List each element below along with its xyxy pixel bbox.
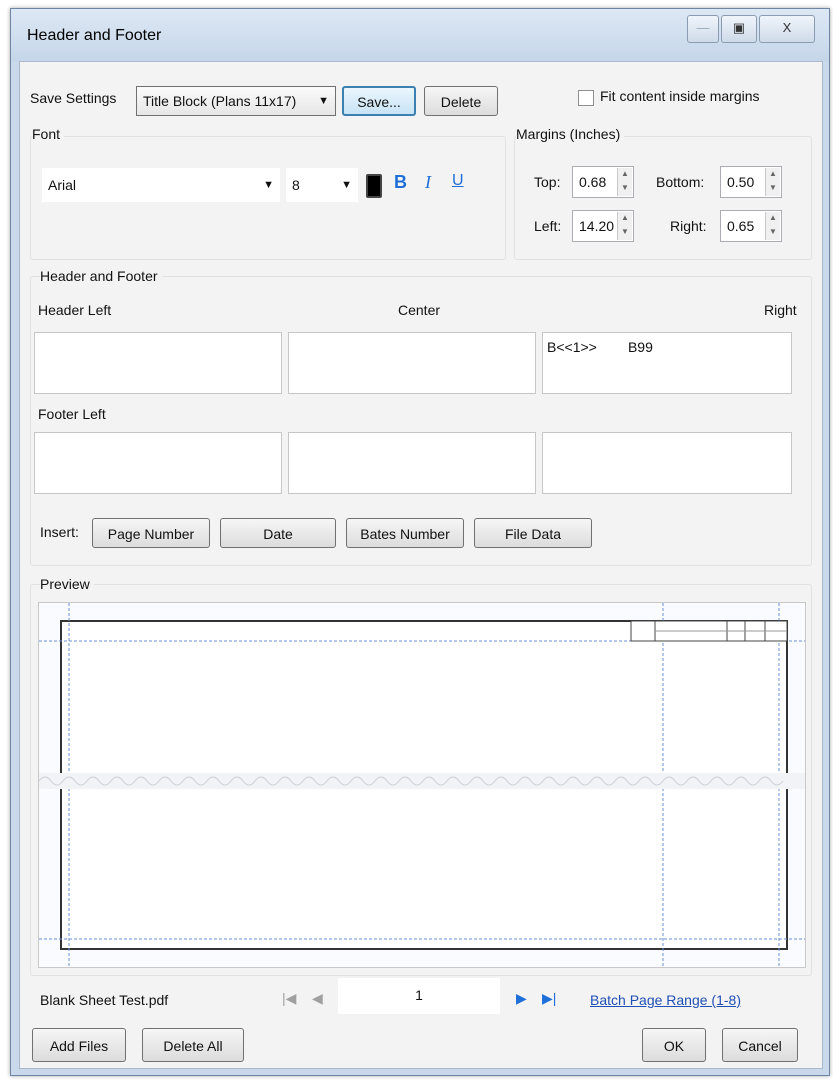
save-settings-value: Title Block (Plans 11x17) — [143, 93, 297, 109]
ok-button[interactable]: OK — [642, 1028, 706, 1062]
margin-bottom-label: Bottom: — [656, 174, 705, 190]
delete-settings-button[interactable]: Delete — [424, 86, 498, 116]
margin-left-input[interactable]: 14.20 ▲ ▼ — [572, 210, 634, 242]
margin-right-spinner[interactable]: ▲ ▼ — [765, 212, 780, 240]
next-page-icon[interactable]: ▶ — [516, 990, 527, 1007]
header-right-label: Right — [764, 302, 797, 318]
first-page-icon[interactable]: |◀ — [282, 990, 296, 1007]
page-preview — [38, 602, 806, 968]
insert-date-button[interactable]: Date — [220, 518, 336, 548]
margin-right-label: Right: — [670, 218, 707, 234]
chevron-down-icon: ▼ — [341, 179, 352, 191]
insert-label: Insert: — [40, 524, 79, 540]
margins-group-label: Margins (Inches) — [516, 126, 625, 142]
margin-top-spinner[interactable]: ▲ ▼ — [617, 168, 632, 196]
margin-left-spinner[interactable]: ▲ ▼ — [617, 212, 632, 240]
delete-all-button[interactable]: Delete All — [142, 1028, 244, 1062]
insert-page-number-button[interactable]: Page Number — [92, 518, 210, 548]
font-family-select[interactable]: Arial ▼ — [42, 168, 280, 202]
file-name: Blank Sheet Test.pdf — [40, 992, 169, 1008]
footer-center-textbox[interactable] — [288, 432, 536, 494]
page-break-strip — [39, 773, 805, 789]
font-family-value: Arial — [48, 177, 77, 193]
bold-button[interactable]: B — [394, 172, 407, 193]
header-footer-group-label: Header and Footer — [40, 268, 162, 284]
margin-top-input[interactable]: 0.68 ▲ ▼ — [572, 166, 634, 198]
margin-bottom-input[interactable]: 0.50 ▲ ▼ — [720, 166, 782, 198]
margin-bottom-spinner[interactable]: ▲ ▼ — [765, 168, 780, 196]
header-left-textbox[interactable] — [34, 332, 282, 394]
header-right-textbox[interactable]: B<<1>> B99 — [542, 332, 792, 394]
font-color-swatch[interactable] — [366, 174, 382, 198]
header-center-textbox[interactable] — [288, 332, 536, 394]
italic-button[interactable]: I — [425, 172, 431, 193]
save-settings-select[interactable]: Title Block (Plans 11x17) ▼ — [136, 86, 336, 116]
font-size-select[interactable]: 8 ▼ — [286, 168, 358, 202]
last-page-icon[interactable]: ▶| — [542, 990, 556, 1007]
footer-left-label: Footer Left — [38, 406, 106, 422]
save-button[interactable]: Save... — [342, 86, 416, 116]
insert-file-data-button[interactable]: File Data — [474, 518, 592, 548]
margin-right-input[interactable]: 0.65 ▲ ▼ — [720, 210, 782, 242]
margin-bottom-value: 0.50 — [727, 174, 755, 190]
previous-page-icon[interactable]: ◀ — [312, 990, 323, 1007]
batch-page-range-link[interactable]: Batch Page Range (1-8) — [590, 992, 741, 1008]
save-settings-label: Save Settings — [30, 90, 117, 106]
footer-left-textbox[interactable] — [34, 432, 282, 494]
maximize-button[interactable]: ▣ — [721, 15, 757, 43]
footer-right-textbox[interactable] — [542, 432, 792, 494]
underline-button[interactable]: U — [452, 172, 464, 190]
close-button[interactable]: X — [759, 15, 815, 43]
header-center-label: Center — [398, 302, 441, 318]
minimize-button[interactable]: — — [687, 15, 719, 43]
header-right-text: B<<1>> B99 — [547, 339, 653, 355]
font-size-value: 8 — [292, 177, 300, 193]
margin-left-value: 14.20 — [579, 218, 615, 234]
cancel-button[interactable]: Cancel — [722, 1028, 798, 1062]
header-left-label: Header Left — [38, 302, 112, 318]
dialog-title: Header and Footer — [27, 27, 162, 44]
title-bar: Header and Footer — ▣ X — [11, 9, 829, 61]
preview-drawing — [39, 603, 805, 967]
margin-left-label: Left: — [534, 218, 562, 234]
font-group-label: Font — [32, 126, 65, 142]
margin-right-value: 0.65 — [727, 218, 755, 234]
header-footer-dialog: Header and Footer — ▣ X Save Settings Ti… — [10, 8, 830, 1076]
chevron-down-icon: ▼ — [263, 179, 274, 191]
chevron-down-icon: ▼ — [318, 95, 329, 107]
preview-group-label: Preview — [40, 576, 94, 592]
fit-content-label: Fit content inside margins — [600, 88, 760, 104]
fit-content-checkbox[interactable] — [578, 90, 594, 106]
margin-top-value: 0.68 — [579, 174, 607, 190]
insert-bates-number-button[interactable]: Bates Number — [346, 518, 464, 548]
dialog-body: Save Settings Title Block (Plans 11x17) … — [19, 61, 823, 1069]
add-files-button[interactable]: Add Files — [32, 1028, 126, 1062]
margin-top-label: Top: — [534, 174, 561, 190]
page-number-input[interactable]: 1 — [338, 978, 500, 1014]
page-number-value: 1 — [415, 987, 423, 1003]
